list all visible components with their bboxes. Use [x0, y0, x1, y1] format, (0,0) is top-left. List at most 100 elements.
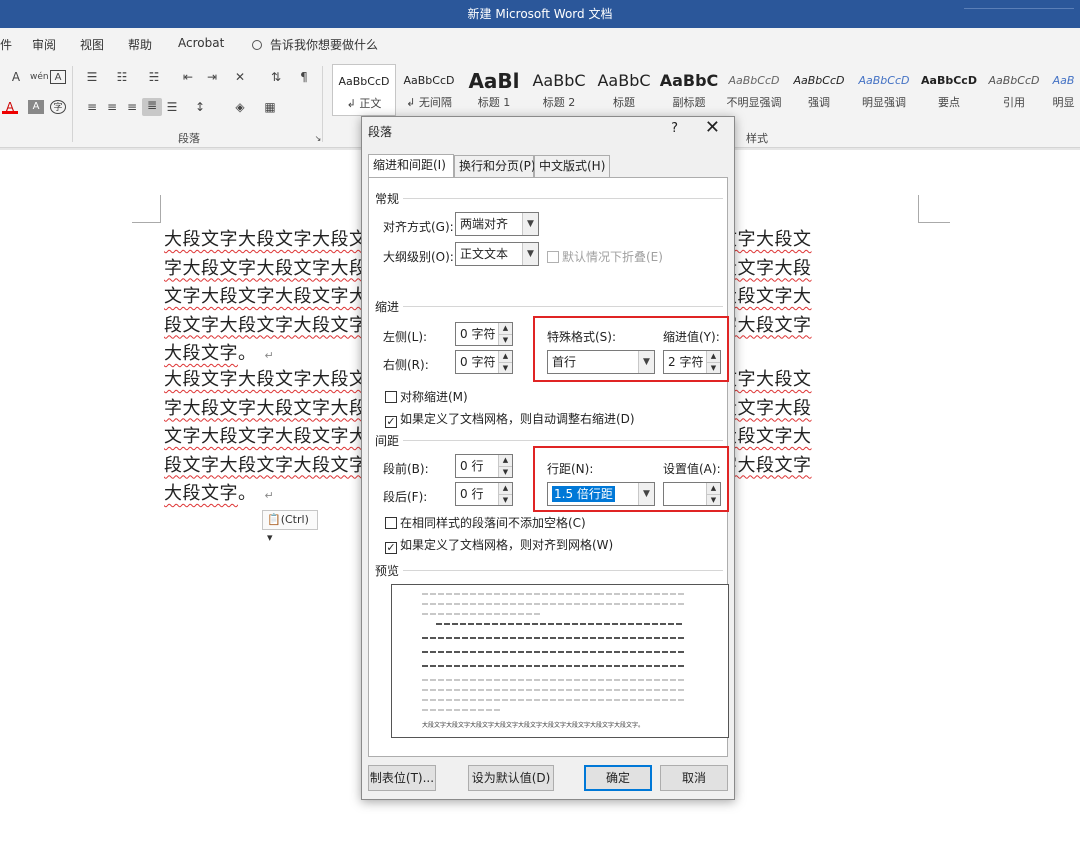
- style-heading-1[interactable]: AaBl 标题 1: [462, 64, 526, 116]
- snap-to-grid-checkbox[interactable]: ✓ 如果定义了文档网格，则对齐到网格(W): [385, 536, 613, 554]
- indent-left-label: 左侧(L):: [383, 330, 428, 344]
- numbering-icon[interactable]: ☷: [114, 70, 130, 84]
- preview-current-line: [422, 637, 684, 639]
- indent-right-spinner[interactable]: 0 字符 ▲ ▼: [455, 350, 513, 374]
- char-border-icon[interactable]: A: [50, 70, 66, 84]
- distributed-icon[interactable]: ☰: [164, 100, 180, 114]
- section-divider: [403, 440, 723, 441]
- preview-current-line: [436, 623, 684, 625]
- tell-me-text: 告诉我你想要做什么: [270, 38, 379, 52]
- no-space-same-style-checkbox[interactable]: 在相同样式的段落间不添加空格(C): [385, 514, 586, 531]
- margin-corner-mark: [160, 195, 161, 223]
- indent-right-label: 右侧(R):: [383, 358, 429, 372]
- margin-corner-mark: [918, 222, 950, 223]
- space-after-spinner[interactable]: 0 行 ▲ ▼: [455, 482, 513, 506]
- style-intense-emphasis[interactable]: AaBbCcD 明显强调: [852, 64, 916, 116]
- spin-up-icon: ▲: [499, 455, 512, 466]
- spin-down-icon: ▼: [499, 334, 512, 345]
- spin-up-icon: ▲: [499, 323, 512, 334]
- bullets-icon[interactable]: ☰: [84, 70, 100, 84]
- spin-down-icon: ▼: [499, 466, 512, 477]
- sort-icon[interactable]: ⇅: [268, 70, 284, 84]
- preview-prev-line: [422, 603, 684, 605]
- styles-gallery: AaBbCcD ↲ 正文 AaBbCcD ↲ 无间隔 AaBl 标题 1 AaBbC 标…: [330, 64, 1080, 118]
- tab-line-page-breaks[interactable]: 换行和分页(P): [454, 155, 536, 177]
- dialog-title: 段落: [368, 125, 393, 139]
- ok-button[interactable]: 确定: [584, 765, 652, 791]
- close-icon[interactable]: ✕: [705, 119, 720, 137]
- tab-panel: 常规 对齐方式(G): 两端对齐 ▼ 大纲级别(O): 正文文本 ▼ 默认情况下折叠…: [368, 177, 729, 757]
- char-shading-icon[interactable]: A: [28, 100, 44, 114]
- style-subtle-emphasis[interactable]: AaBbCcD 不明显强调: [722, 64, 786, 116]
- space-before-spinner[interactable]: 0 行 ▲ ▼: [455, 454, 513, 478]
- chevron-down-icon: ▼: [522, 213, 538, 235]
- title-bar: 新建 Microsoft Word 文档: [0, 0, 1080, 28]
- menu-view[interactable]: 视图: [80, 36, 104, 53]
- preview-current-line: [422, 651, 684, 653]
- spin-down-icon: ▼: [499, 494, 512, 505]
- style-intense-quote[interactable]: AaB 明显: [1047, 64, 1080, 116]
- menu-help[interactable]: 帮助: [128, 36, 152, 53]
- paste-options-button[interactable]: 📋(Ctrl) ▾: [262, 510, 318, 544]
- tab-asian-typography[interactable]: 中文版式(H): [534, 155, 610, 177]
- menu-acrobat[interactable]: Acrobat: [178, 36, 224, 50]
- check-icon: ✓: [385, 541, 397, 554]
- style-normal[interactable]: AaBbCcD ↲ 正文: [332, 64, 396, 116]
- preview-prev-line: [422, 593, 684, 595]
- set-as-default-button[interactable]: 设为默认值(D): [468, 765, 554, 791]
- outline-level-label: 大纲级别(O):: [383, 250, 454, 264]
- indent-left-spinner[interactable]: 0 字符 ▲ ▼: [455, 322, 513, 346]
- mirror-indents-checkbox[interactable]: 对称缩进(M): [385, 388, 468, 405]
- style-no-spacing[interactable]: AaBbCcD ↲ 无间隔: [397, 64, 461, 116]
- style-emphasis[interactable]: AaBbCcD 强调: [787, 64, 851, 116]
- style-title[interactable]: AaBbC 标题: [592, 64, 656, 116]
- style-quote[interactable]: AaBbCcD 引用: [982, 64, 1046, 116]
- spin-up-icon: ▲: [499, 483, 512, 494]
- increase-indent-icon[interactable]: ⇥: [204, 70, 220, 84]
- section-divider: [403, 570, 723, 571]
- cancel-button[interactable]: 取消: [660, 765, 728, 791]
- group-separator: [72, 66, 73, 142]
- preview-current-line: [422, 665, 684, 667]
- preview-sample-text: 大段文字大段文字大段文字大段文字大段文字大段文字大段文字大段文字大段文字。: [422, 722, 645, 729]
- alignment-label: 对齐方式(G):: [383, 220, 454, 234]
- borders-icon[interactable]: ▦: [262, 100, 278, 114]
- enclose-char-icon[interactable]: 字: [50, 100, 66, 114]
- decrease-indent-icon[interactable]: ⇤: [180, 70, 196, 84]
- align-left-icon[interactable]: ≡: [84, 100, 100, 114]
- style-strong[interactable]: AaBbCcD 要点: [917, 64, 981, 116]
- help-button[interactable]: ?: [671, 121, 678, 136]
- preview-next-line: [422, 679, 684, 681]
- preview-next-line: [422, 689, 684, 691]
- show-marks-icon[interactable]: ¶: [296, 70, 312, 84]
- justify-icon[interactable]: ≣: [142, 98, 162, 116]
- multilevel-list-icon[interactable]: ☵: [146, 70, 162, 84]
- style-heading-2[interactable]: AaBbC 标题 2: [527, 64, 591, 116]
- preview-next-line: [422, 709, 502, 711]
- align-center-icon[interactable]: ≡: [104, 100, 120, 114]
- shading-icon[interactable]: ◈: [232, 100, 248, 114]
- font-style-icon[interactable]: A: [8, 70, 24, 84]
- tab-indents-spacing[interactable]: 缩进和间距(I): [368, 154, 454, 177]
- menu-file[interactable]: 件: [0, 36, 12, 53]
- paragraph-mark-icon: ↵: [264, 489, 275, 502]
- tabs-button[interactable]: 制表位(T)...: [368, 765, 436, 791]
- auto-adjust-right-indent-checkbox[interactable]: ✓ 如果定义了文档网格，则自动调整右缩进(D): [385, 410, 635, 428]
- spin-up-icon: ▲: [499, 351, 512, 362]
- preview-prev-line: [422, 613, 542, 615]
- align-right-icon[interactable]: ≡: [124, 100, 140, 114]
- alignment-select[interactable]: 两端对齐 ▼: [455, 212, 539, 236]
- check-icon: ✓: [385, 415, 397, 428]
- collapse-by-default-checkbox[interactable]: 默认情况下折叠(E): [547, 248, 663, 265]
- paragraph-launcher-icon[interactable]: ↘: [310, 132, 326, 146]
- phonetic-guide-icon[interactable]: wén: [30, 70, 49, 84]
- outline-level-select[interactable]: 正文文本 ▼: [455, 242, 539, 266]
- line-spacing-icon[interactable]: ↕: [192, 100, 208, 114]
- style-subtitle[interactable]: AaBbC 副标题: [657, 64, 721, 116]
- preview-box: 大段文字大段文字大段文字大段文字大段文字大段文字大段文字大段文字大段文字。: [391, 584, 729, 738]
- chinese-layout-icon[interactable]: ✕: [232, 70, 248, 84]
- tell-me-box[interactable]: 告诉我你想要做什么: [252, 36, 378, 53]
- section-indentation: 缩进: [375, 300, 400, 314]
- font-color-icon[interactable]: A: [2, 100, 18, 114]
- menu-review[interactable]: 审阅: [32, 36, 56, 53]
